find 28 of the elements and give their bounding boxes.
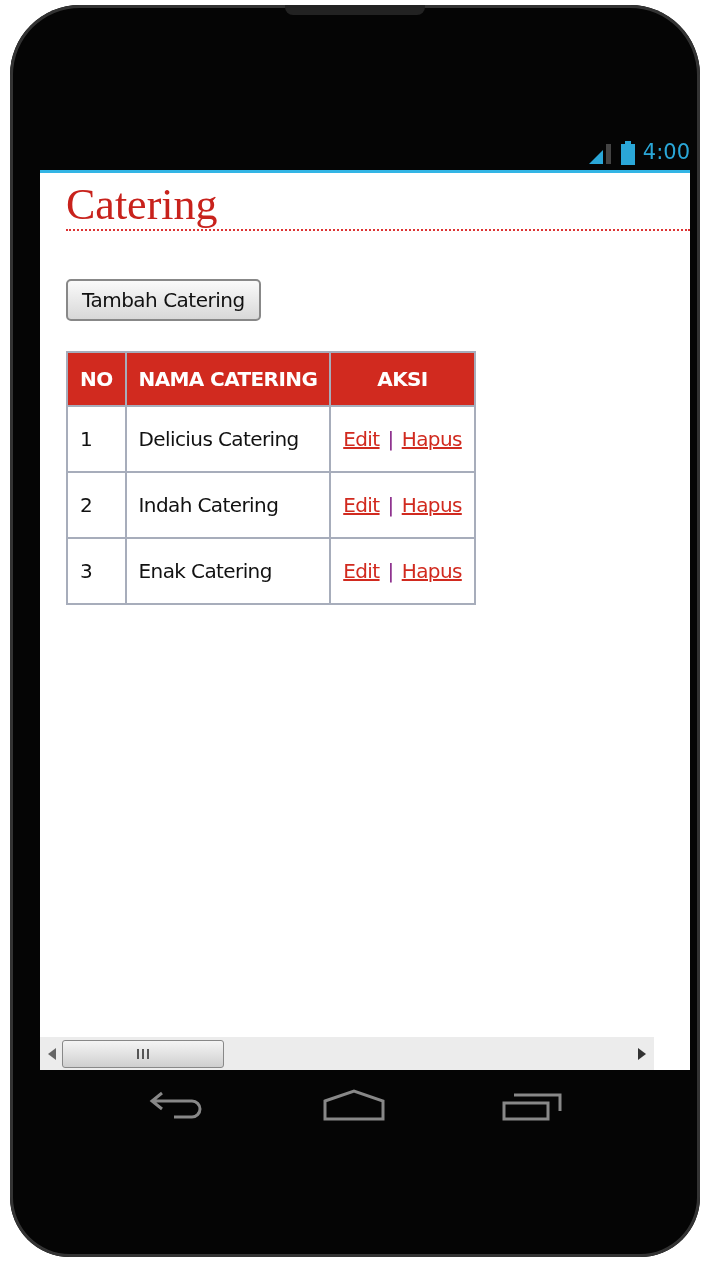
- table-cell: Enak Catering: [125, 538, 331, 605]
- delete-link[interactable]: Hapus: [401, 427, 462, 452]
- delete-link[interactable]: Hapus: [401, 559, 462, 584]
- link-separator: |: [387, 493, 394, 518]
- edit-link[interactable]: Edit: [343, 559, 380, 584]
- column-header: AKSI: [330, 352, 475, 407]
- link-separator: |: [387, 427, 394, 452]
- table-cell: Indah Catering: [125, 472, 331, 539]
- scroll-left-icon[interactable]: [48, 1047, 56, 1060]
- table-cell: 2: [67, 472, 126, 539]
- horizontal-scrollbar[interactable]: [40, 1037, 654, 1070]
- clock-time: 4:00: [642, 138, 690, 166]
- battery-icon: [620, 140, 635, 165]
- delete-link[interactable]: Hapus: [401, 493, 462, 518]
- home-icon[interactable]: [323, 1089, 385, 1121]
- scrollbar-thumb[interactable]: [62, 1039, 224, 1068]
- add-catering-button[interactable]: Tambah Catering: [66, 279, 261, 322]
- edit-link[interactable]: Edit: [343, 427, 380, 452]
- scroll-right-icon[interactable]: [638, 1047, 646, 1060]
- table-cell: 1: [67, 406, 126, 473]
- signal-icon: [588, 141, 613, 164]
- edit-link[interactable]: Edit: [343, 493, 380, 518]
- column-header: NO: [67, 352, 126, 407]
- link-separator: |: [387, 559, 394, 584]
- page-title: Catering: [66, 181, 219, 230]
- column-header: NAMA CATERING: [125, 352, 331, 407]
- table-cell: 3: [67, 538, 126, 605]
- table-cell: Delicius Catering: [125, 406, 331, 473]
